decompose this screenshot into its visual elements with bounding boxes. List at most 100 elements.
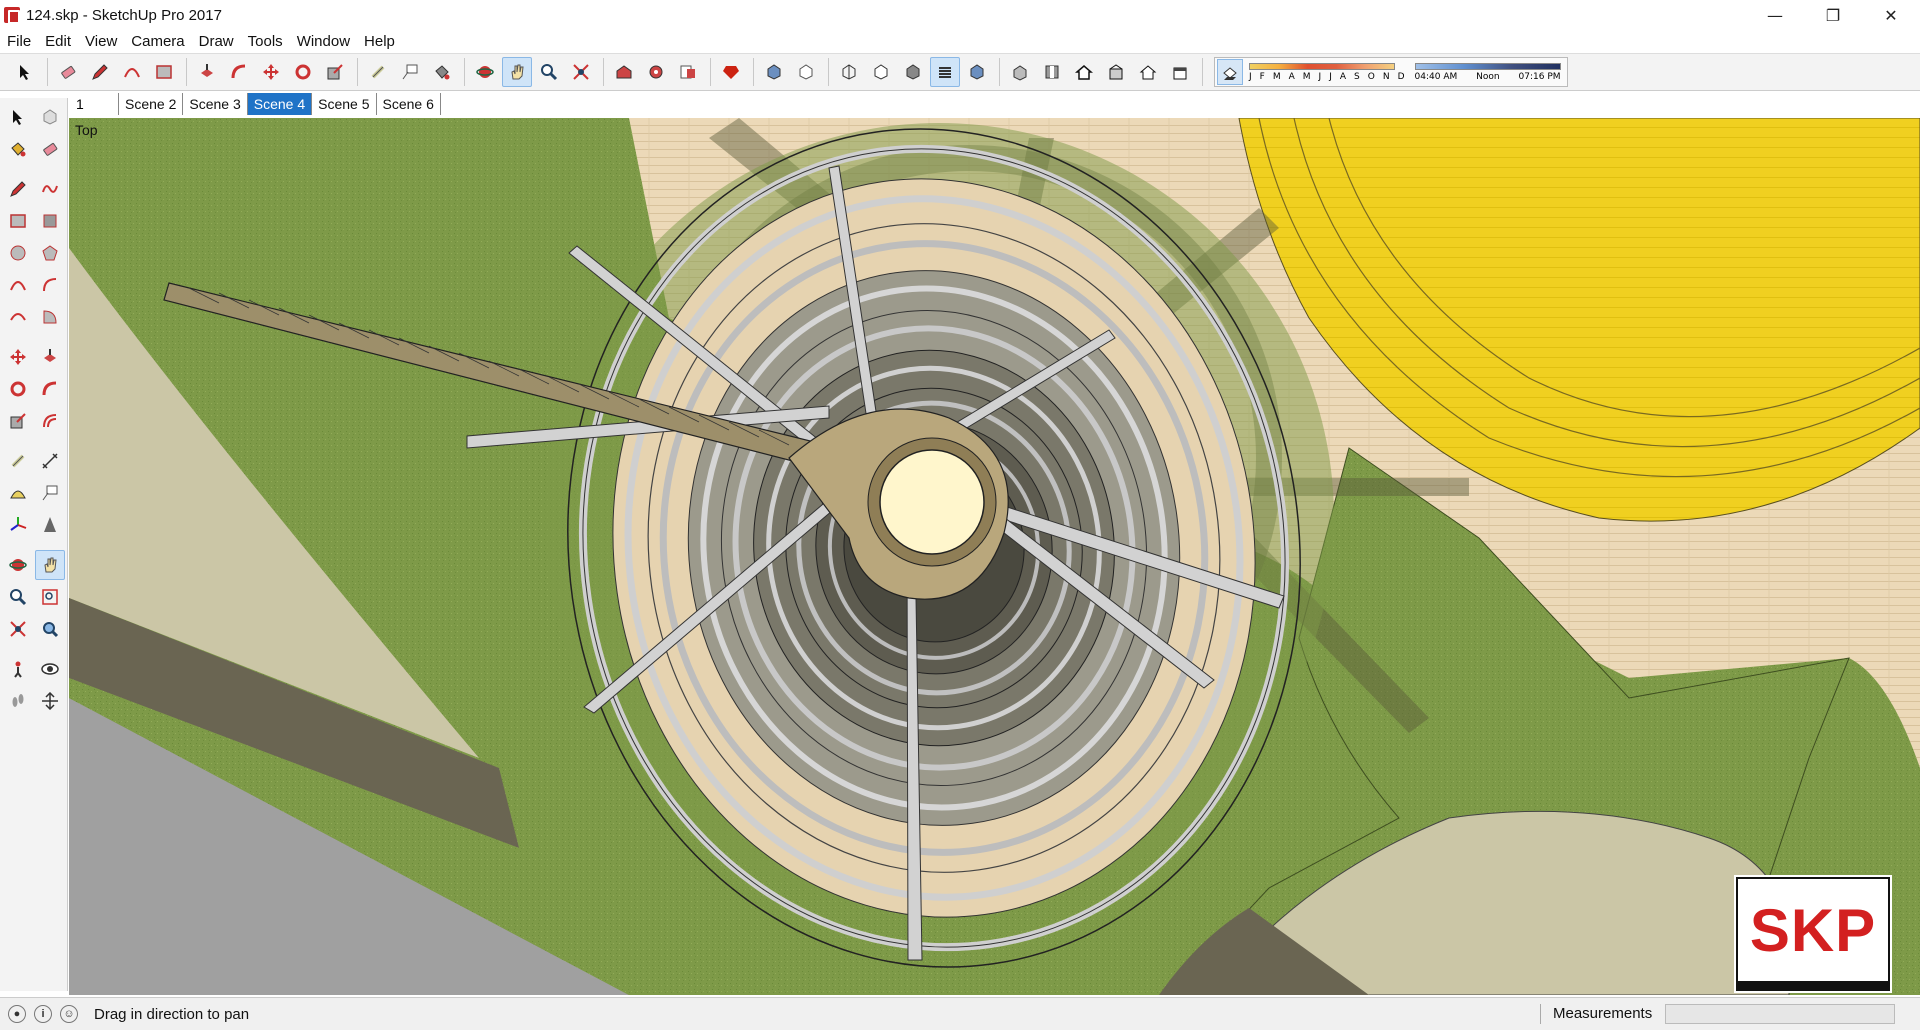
model-scene[interactable] (69, 118, 1920, 995)
menu-camera[interactable]: Camera (124, 33, 191, 50)
rotate-tool[interactable] (3, 374, 33, 404)
position-camera-tool[interactable] (3, 654, 33, 684)
send-to-layout-button[interactable] (673, 57, 703, 87)
two-point-arc-tool[interactable] (35, 270, 65, 300)
shadow-toggle-button[interactable] (1217, 59, 1243, 85)
arc-tool-button[interactable] (117, 57, 147, 87)
menu-tools[interactable]: Tools (241, 33, 290, 50)
push-pull-button[interactable] (192, 57, 222, 87)
ruby-console-button[interactable] (716, 57, 746, 87)
rotated-rectangle-tool[interactable] (35, 206, 65, 236)
eraser-tool-button[interactable] (53, 57, 83, 87)
menu-edit[interactable]: Edit (38, 33, 78, 50)
time-slider[interactable]: 04:40 AM Noon 07:16 PM (1414, 62, 1561, 82)
zoom-tool-button[interactable] (534, 57, 564, 87)
previous-view-tool[interactable] (35, 614, 65, 644)
zoom-tool[interactable] (3, 582, 33, 612)
scale-tool-button[interactable] (320, 57, 350, 87)
minimize-button[interactable]: — (1746, 0, 1804, 30)
zoom-extents-icon (573, 64, 589, 80)
walk-tool[interactable] (3, 686, 33, 716)
measurements-input[interactable] (1665, 1004, 1895, 1024)
select-tool[interactable] (3, 102, 33, 132)
tab-scene-2[interactable]: Scene 2 (118, 93, 184, 115)
tape-measure-tool[interactable] (3, 446, 33, 476)
tab-scene-3[interactable]: Scene 3 (183, 93, 248, 115)
zoom-extents-button[interactable] (566, 57, 596, 87)
three-point-arc-tool[interactable] (3, 302, 33, 332)
text-tool-button[interactable] (395, 57, 425, 87)
drawing-viewport[interactable]: Top SKP (69, 118, 1920, 995)
freehand-tool[interactable] (35, 174, 65, 204)
hidden-line-button[interactable] (866, 57, 896, 87)
text-tool[interactable] (35, 478, 65, 508)
month-slider[interactable]: J F M A M J J A S O N D (1249, 62, 1405, 82)
circle-icon (10, 245, 26, 261)
push-pull-tool[interactable] (35, 342, 65, 372)
tab-scene-4[interactable]: Scene 4 (247, 93, 313, 115)
3d-text-tool[interactable] (35, 510, 65, 540)
axes-tool[interactable] (3, 510, 33, 540)
paint-bucket-button[interactable] (427, 57, 457, 87)
zoom-window-tool[interactable] (35, 582, 65, 612)
menu-view[interactable]: View (78, 33, 124, 50)
follow-me-tool[interactable] (35, 374, 65, 404)
3d-warehouse-button[interactable] (609, 57, 639, 87)
menu-window[interactable]: Window (290, 33, 357, 50)
protractor-tool[interactable] (3, 478, 33, 508)
tab-scene-6[interactable]: Scene 6 (377, 93, 441, 115)
xray-button[interactable] (759, 57, 789, 87)
paint-bucket-tool[interactable] (3, 134, 33, 164)
circle-tool[interactable] (3, 238, 33, 268)
rectangle-tool[interactable] (3, 206, 33, 236)
close-button[interactable]: ✕ (1862, 0, 1920, 30)
menu-help[interactable]: Help (357, 33, 402, 50)
pencil-tool-button[interactable] (85, 57, 115, 87)
look-around-tool[interactable] (35, 654, 65, 684)
menu-file[interactable]: File (0, 33, 38, 50)
make-component-tool[interactable] (35, 102, 65, 132)
dimension-tool[interactable] (35, 446, 65, 476)
right-view-button[interactable] (1101, 57, 1131, 87)
monochrome-button[interactable] (962, 57, 992, 87)
move-tool-button[interactable] (256, 57, 286, 87)
tape-measure-button[interactable] (363, 57, 393, 87)
arc-tool[interactable] (3, 270, 33, 300)
shaded-button[interactable] (898, 57, 928, 87)
back-edges-button[interactable] (791, 57, 821, 87)
polygon-tool[interactable] (35, 238, 65, 268)
scale-icon (327, 64, 343, 80)
front-view-button[interactable] (1069, 57, 1099, 87)
top-view-button[interactable] (1037, 57, 1067, 87)
rectangle-tool-button[interactable] (149, 57, 179, 87)
wireframe-button[interactable] (834, 57, 864, 87)
scale-tool[interactable] (3, 406, 33, 436)
back-view-button[interactable] (1133, 57, 1163, 87)
geo-location-icon[interactable]: ● (8, 1005, 26, 1023)
line-tool[interactable] (3, 174, 33, 204)
month-slider-track[interactable] (1249, 62, 1395, 70)
rotate-tool-button[interactable] (288, 57, 318, 87)
pan-tool-button[interactable] (502, 57, 532, 87)
pie-tool[interactable] (35, 302, 65, 332)
move-tool[interactable] (3, 342, 33, 372)
restore-button[interactable]: ❐ (1804, 0, 1862, 30)
shaded-textures-button[interactable] (930, 57, 960, 87)
iso-view-button[interactable] (1005, 57, 1035, 87)
pan-tool[interactable] (35, 550, 65, 580)
extension-warehouse-button[interactable] (641, 57, 671, 87)
left-view-button[interactable] (1165, 57, 1195, 87)
menu-draw[interactable]: Draw (192, 33, 241, 50)
eraser-tool[interactable] (35, 134, 65, 164)
time-slider-track[interactable] (1414, 62, 1561, 70)
follow-me-button[interactable] (224, 57, 254, 87)
zoom-extents-tool[interactable] (3, 614, 33, 644)
offset-tool[interactable] (35, 406, 65, 436)
tab-scene-5[interactable]: Scene 5 (312, 93, 377, 115)
select-tool-button[interactable] (10, 57, 40, 87)
section-plane-tool[interactable] (35, 686, 65, 716)
credits-icon[interactable]: i (34, 1005, 52, 1023)
user-account-icon[interactable]: ☺ (60, 1005, 78, 1023)
orbit-tool-button[interactable] (470, 57, 500, 87)
orbit-tool[interactable] (3, 550, 33, 580)
